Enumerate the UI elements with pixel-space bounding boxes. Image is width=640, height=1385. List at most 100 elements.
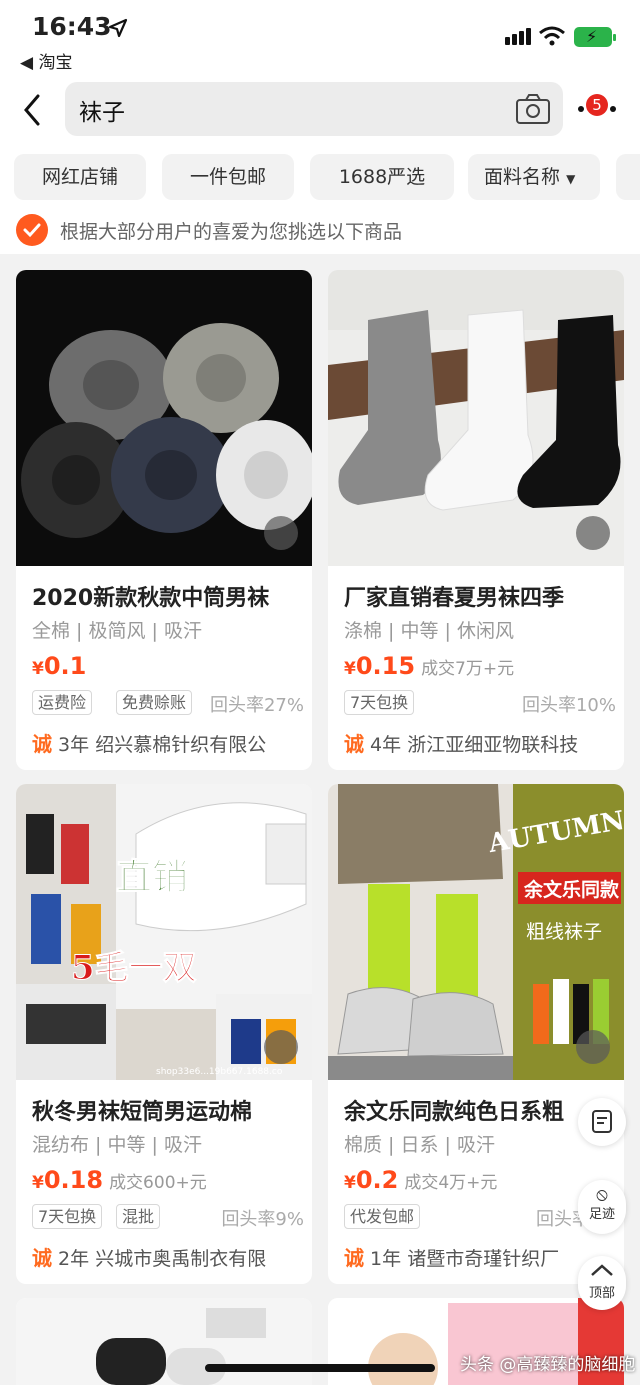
integrity-icon: 诚: [32, 732, 52, 756]
image-watermark-url: shop33e6...19b667.1688.co: [156, 1067, 283, 1077]
service-badges: 运费险 免费赊账 回头率27%: [32, 690, 304, 716]
service-badges: 7天包换 混批 回头率9%: [32, 1204, 304, 1230]
service-badge: 运费险: [32, 690, 93, 715]
product-image: AUTUMN 余文乐同款 粗线袜子: [328, 784, 624, 1080]
hint-text: 根据大部分用户的喜爱为您挑选以下商品: [60, 221, 403, 243]
currency-symbol: ¥: [32, 1173, 44, 1193]
product-tags: 涤棉 | 中等 | 休闲风: [344, 620, 514, 642]
filter-chip-fabric[interactable]: 面料名称 ▼: [468, 154, 600, 200]
image-search-icon[interactable]: [264, 1030, 298, 1064]
product-title: 秋冬男袜短筒男运动棉: [32, 1100, 253, 1125]
price-row: ¥0.15 成交7万+元: [344, 652, 514, 680]
product-price: 0.15: [355, 652, 416, 680]
product-tags: 全棉 | 极简风 | 吸汗: [32, 620, 202, 642]
check-icon: [16, 214, 48, 246]
image-text-1: 直销: [116, 856, 188, 898]
recommend-hint: 根据大部分用户的喜爱为您挑选以下商品: [0, 210, 640, 254]
service-badge: 混批: [116, 1204, 161, 1229]
shop-name: 浙江亚细亚物联科技: [407, 734, 579, 756]
back-to-app-link[interactable]: ◀ 淘宝: [20, 48, 72, 73]
sold-count: 成交600+元: [109, 1173, 207, 1193]
image-search-icon[interactable]: [264, 516, 298, 550]
currency-symbol: ¥: [344, 659, 356, 679]
battery-icon: ⚡: [574, 27, 616, 47]
currency-symbol: ¥: [344, 1173, 356, 1193]
search-input[interactable]: 袜子: [65, 82, 563, 136]
location-arrow-icon: [108, 18, 128, 38]
product-card[interactable]: 直销 5毛一双 shop33e6...19b667.1688.co 秋冬男袜短筒…: [16, 784, 312, 1284]
repeat-rate: 回头率9%: [221, 1209, 304, 1230]
shop-years: 1年: [370, 1248, 402, 1270]
note-icon: [592, 1110, 612, 1133]
chevron-up-icon: [591, 1264, 613, 1276]
search-query: 袜子: [79, 100, 125, 126]
service-badge: 免费赊账: [116, 690, 193, 715]
product-image: [16, 270, 312, 566]
currency-symbol: ¥: [32, 659, 44, 679]
filter-bar: 网红店铺 一件包邮 1688严选 面料名称 ▼: [0, 146, 640, 210]
footprint-label: 足迹: [588, 1207, 615, 1222]
image-search-icon[interactable]: [576, 1030, 610, 1064]
service-badge: 代发包邮: [344, 1204, 421, 1229]
price-row: ¥0.2 成交4万+元: [344, 1166, 497, 1194]
footprint-button[interactable]: ⦸ 足迹: [578, 1180, 626, 1234]
home-indicator[interactable]: [205, 1364, 435, 1372]
product-tags: 棉质 | 日系 | 吸汗: [344, 1134, 495, 1156]
scroll-top-button[interactable]: 顶部: [578, 1256, 626, 1310]
image-text-banner: 余文乐同款: [523, 878, 620, 901]
image-text-2: 5毛一双: [71, 948, 197, 988]
feedback-button[interactable]: [578, 1098, 626, 1146]
service-badge: 7天包换: [344, 690, 415, 715]
filter-chip-free-shipping[interactable]: 一件包邮: [162, 154, 294, 200]
product-tags: 混纺布 | 中等 | 吸汗: [32, 1134, 202, 1156]
more-menu-button[interactable]: 5: [578, 94, 618, 124]
shop-row[interactable]: 诚 3年 绍兴慕棉针织有限公: [32, 728, 307, 757]
filter-fabric-label: 面料名称: [484, 166, 561, 188]
shop-row[interactable]: 诚 2年 兴城市奥禹制衣有限: [32, 1242, 307, 1271]
shop-name: 诸暨市奇瑾针织厂: [407, 1248, 560, 1270]
sold-count: 成交4万+元: [404, 1173, 498, 1193]
shop-name: 兴城市奥禹制衣有限: [95, 1248, 267, 1270]
image-text-sub: 粗线袜子: [526, 921, 602, 943]
product-title: 2020新款秋款中筒男袜: [32, 586, 270, 611]
product-title: 余文乐同款纯色日系粗: [344, 1100, 565, 1125]
watermark: 头条 @高臻臻的脑细胞: [460, 1355, 636, 1375]
product-card[interactable]: 2020新款秋款中筒男袜 全棉 | 极简风 | 吸汗 ¥0.1 运费险 免费赊账…: [16, 270, 312, 770]
product-image: 直销 5毛一双 shop33e6...19b667.1688.co: [16, 784, 312, 1080]
integrity-icon: 诚: [32, 1246, 52, 1270]
shop-row[interactable]: 诚 4年 浙江亚细亚物联科技: [344, 728, 619, 757]
repeat-rate: 回头率27%: [209, 695, 304, 716]
service-badge: 7天包换: [32, 1204, 103, 1229]
image-search-icon[interactable]: [576, 516, 610, 550]
search-header: 袜子 5: [0, 80, 640, 146]
camera-icon[interactable]: [515, 92, 551, 126]
filter-chip-more[interactable]: [616, 154, 640, 200]
notification-badge: 5: [586, 94, 608, 116]
caret-down-icon: ▼: [566, 172, 576, 186]
service-badges: 7天包换 回头率10%: [344, 690, 616, 716]
repeat-rate: 回头率10%: [521, 695, 616, 716]
price-row: ¥0.1: [32, 652, 92, 680]
integrity-icon: 诚: [344, 1246, 364, 1270]
filter-chip-1688[interactable]: 1688严选: [310, 154, 454, 200]
product-price: 0.2: [355, 1166, 399, 1194]
product-image: [328, 270, 624, 566]
integrity-icon: 诚: [344, 732, 364, 756]
shop-years: 3年: [58, 734, 90, 756]
filter-chip-online-store[interactable]: 网红店铺: [14, 154, 146, 200]
status-bar: 16:43 ◀ 淘宝 ⚡: [0, 0, 640, 80]
sold-count: 成交7万+元: [421, 659, 515, 679]
price-row: ¥0.18 成交600+元: [32, 1166, 207, 1194]
status-time: 16:43: [32, 12, 112, 41]
shop-years: 2年: [58, 1248, 90, 1270]
product-card[interactable]: 厂家直销春夏男袜四季 涤棉 | 中等 | 休闲风 ¥0.15 成交7万+元 7天包…: [328, 270, 624, 770]
shop-name: 绍兴慕棉针织有限公: [95, 734, 267, 756]
footprint-icon: ⦸: [596, 1184, 608, 1205]
wifi-icon: [539, 26, 565, 46]
product-price: 0.1: [43, 652, 87, 680]
scroll-top-label: 顶部: [588, 1286, 615, 1301]
product-title: 厂家直销春夏男袜四季: [344, 586, 565, 611]
shop-years: 4年: [370, 734, 402, 756]
back-arrow-icon[interactable]: [18, 90, 48, 130]
service-badges: 代发包邮 回头率: [344, 1204, 616, 1230]
